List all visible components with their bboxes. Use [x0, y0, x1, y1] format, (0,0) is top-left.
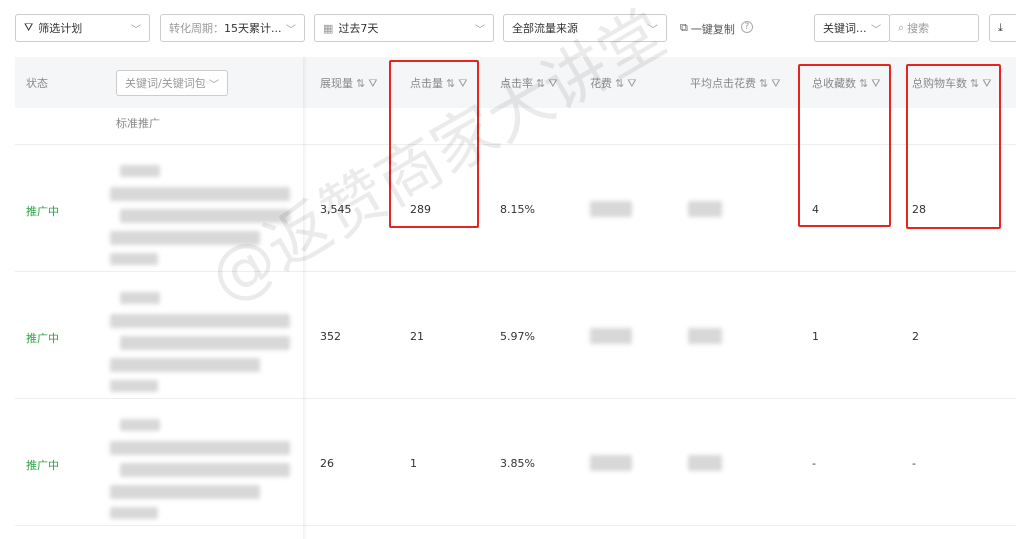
- filter-icon: ⛛: [627, 77, 637, 90]
- cart-value: -: [912, 457, 916, 470]
- cost-value-blurred: [590, 201, 632, 217]
- chevron-down-icon: ﹀: [475, 24, 485, 36]
- keyword-image-blurred: [120, 463, 290, 477]
- col-cost[interactable]: 花费 ⇅ ⛛: [590, 75, 636, 91]
- conversion-period-select[interactable]: 转化周期： 15天累计... ﹀: [160, 14, 305, 42]
- group-label: 标准推广: [116, 117, 160, 130]
- sort-icon: ⇅: [536, 77, 546, 90]
- keyword-image-blurred: [110, 187, 290, 201]
- ctr-value: 3.85%: [500, 457, 535, 470]
- favorites-value: 1: [812, 330, 819, 343]
- keyword-image-blurred: [120, 209, 290, 223]
- status-text: 推广中: [26, 205, 59, 218]
- avg-cpc-value-blurred: [688, 201, 722, 217]
- keyword-image-blurred: [110, 358, 260, 372]
- impressions-value: 3,545: [320, 203, 352, 216]
- sort-icon: ⇅: [356, 77, 366, 90]
- help-icon[interactable]: ?: [740, 21, 753, 33]
- chevron-down-icon: ﹀: [209, 79, 219, 91]
- col-ctr[interactable]: 点击率 ⇅ ⛛: [500, 75, 557, 91]
- cost-value-blurred: [590, 328, 632, 344]
- clicks-value: 1: [410, 457, 417, 470]
- search-icon: ⌕: [898, 21, 905, 34]
- avg-cpc-value-blurred: [688, 328, 722, 344]
- filter-icon: ⛛: [548, 77, 558, 90]
- download-icon: ⤓: [998, 21, 1003, 34]
- avg-cpc-value-blurred: [688, 455, 722, 471]
- chevron-down-icon: ﹀: [131, 24, 141, 36]
- sort-icon: ⇅: [615, 77, 625, 90]
- keyword-image-blurred: [110, 485, 260, 499]
- copy-button[interactable]: ⧉ 一键复制?: [680, 21, 753, 37]
- keyword-image-blurred: [110, 253, 158, 265]
- keyword-image-blurred: [120, 336, 290, 350]
- cart-value: 2: [912, 330, 919, 343]
- keyword-image-blurred: [120, 165, 160, 177]
- chevron-down-icon: ﹀: [648, 24, 658, 36]
- col-avg-cpc[interactable]: 平均点击花费 ⇅ ⛛: [690, 75, 780, 91]
- filter-icon: ⛛: [771, 77, 781, 90]
- search-input[interactable]: ⌕ 搜索: [889, 14, 979, 42]
- col-status: 状态: [26, 77, 48, 90]
- favorites-value: -: [812, 457, 816, 470]
- traffic-source-select[interactable]: 全部流量来源 ﹀: [503, 14, 667, 42]
- chevron-down-icon: ﹀: [871, 24, 881, 36]
- highlight-box-cart: [906, 64, 1001, 229]
- status-text: 推广中: [26, 332, 59, 345]
- sort-icon: ⇅: [759, 77, 769, 90]
- status-text: 推广中: [26, 459, 59, 472]
- keyword-image-blurred: [110, 314, 290, 328]
- filter-icon: ⛛: [368, 77, 378, 90]
- keyword-image-blurred: [110, 507, 158, 519]
- filter-icon: ⛛: [24, 21, 34, 34]
- col-impressions[interactable]: 展现量 ⇅ ⛛: [320, 75, 377, 91]
- keyword-image-blurred: [110, 231, 260, 245]
- keyword-type-select[interactable]: 关键词/关键词包 ﹀: [116, 70, 228, 96]
- keyword-image-blurred: [120, 292, 160, 304]
- fixed-column-shadow: [303, 57, 307, 539]
- keyword-image-blurred: [110, 380, 158, 392]
- ctr-value: 8.15%: [500, 203, 535, 216]
- impressions-value: 352: [320, 330, 341, 343]
- highlight-box-favorites: [798, 64, 891, 227]
- date-range-select[interactable]: ▦ 过去7天 ﹀: [314, 14, 494, 42]
- filter-plan-select[interactable]: ⛛ 筛选计划 ﹀: [15, 14, 150, 42]
- clicks-value: 21: [410, 330, 424, 343]
- chevron-down-icon: ﹀: [286, 24, 296, 36]
- keyword-image-blurred: [120, 419, 160, 431]
- cost-value-blurred: [590, 455, 632, 471]
- calendar-icon: ▦: [323, 21, 334, 35]
- download-button[interactable]: ⤓: [989, 14, 1016, 42]
- impressions-value: 26: [320, 457, 334, 470]
- search-type-select[interactable]: 关键词... ﹀: [814, 14, 890, 42]
- copy-icon: ⧉: [680, 21, 688, 34]
- ctr-value: 5.97%: [500, 330, 535, 343]
- highlight-box-clicks: [389, 60, 479, 228]
- keyword-image-blurred: [110, 441, 290, 455]
